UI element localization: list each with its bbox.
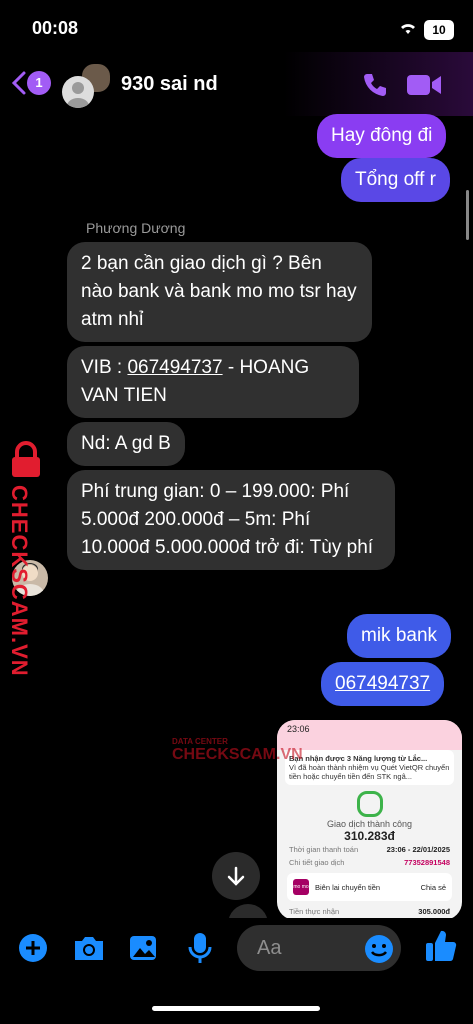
share-label: Chia sẻ — [420, 882, 446, 892]
time-value: 23:06 - 22/01/2025 — [386, 845, 450, 854]
detail-row: Chi tiết giao dịch 77352891548 — [277, 856, 462, 869]
back-chevron-icon[interactable] — [10, 70, 28, 96]
notification-body: Vì đã hoàn thành nhiệm vụ Quét VietQR ch… — [289, 763, 450, 781]
success-check-icon — [356, 791, 383, 817]
receipt-row: mo mo Biên lai chuyển tiền Chia sẻ — [287, 873, 452, 901]
phone-icon[interactable] — [360, 70, 390, 100]
transaction-status: Giao dịch thành công — [326, 819, 413, 829]
unread-badge[interactable]: 1 — [27, 71, 51, 95]
scrollbar[interactable] — [466, 190, 469, 240]
message-incoming[interactable]: Phí trung gian: 0 – 199.000: Phí 5.000đ … — [67, 470, 395, 570]
home-indicator[interactable] — [152, 1006, 320, 1011]
screenshot-time: 23:06 — [287, 724, 310, 734]
detail-value: 77352891548 — [404, 858, 450, 867]
screenshot-notification: Bạn nhận được 3 Năng lượng từ Lắc... Vì … — [285, 750, 454, 785]
received-label: Tiền thực nhận — [289, 907, 340, 916]
message-outgoing[interactable]: 067494737 — [321, 662, 445, 706]
scroll-down-button[interactable] — [212, 852, 260, 900]
message-incoming[interactable]: VIB : 067494737 - HOANG VAN TIEN — [67, 346, 359, 418]
video-camera-icon[interactable] — [406, 72, 442, 98]
time-label: Thời gian thanh toán — [289, 845, 359, 854]
avatar[interactable] — [62, 76, 94, 108]
transaction-amount: 310.283đ — [344, 829, 395, 843]
detail-label: Chi tiết giao dịch — [289, 858, 345, 867]
lock-icon — [12, 441, 40, 477]
time-row: Thời gian thanh toán 23:06 - 22/01/2025 — [277, 843, 462, 856]
sender-name: Phương Dương — [86, 220, 186, 236]
camera-icon[interactable] — [72, 934, 106, 962]
plus-icon[interactable] — [18, 933, 48, 963]
wifi-icon — [401, 24, 415, 34]
watermark-logo: CHECKSCAM.VN — [6, 440, 48, 677]
image-attachment[interactable]: 23:06 Bạn nhận được 3 Năng lượng từ Lắc.… — [277, 720, 462, 920]
message-outgoing[interactable]: mik bank — [347, 614, 452, 658]
photo-gallery-icon[interactable] — [128, 933, 158, 963]
emoji-icon[interactable] — [364, 934, 394, 964]
message-outgoing[interactable]: Hay đông đi — [317, 114, 447, 158]
microphone-icon[interactable] — [188, 931, 212, 965]
received-value: 305.000đ — [418, 907, 450, 916]
watermark-center: DATA CENTER CHECKSCAM.VN — [140, 737, 303, 764]
watermark-brand: CHECKSCAM.VN — [7, 485, 32, 677]
battery-indicator: 10 — [424, 20, 454, 40]
account-number-link[interactable]: 067494737 — [335, 673, 430, 694]
receipt-label: Biên lai chuyển tiền — [315, 882, 381, 892]
watermark-tag: DATA CENTER — [172, 737, 228, 746]
thumbs-up-icon[interactable] — [425, 929, 457, 963]
account-number-link[interactable]: 067494737 — [127, 357, 222, 378]
message-text: VIB : — [81, 357, 128, 378]
notification-title: Bạn nhận được 3 Năng lượng từ Lắc... — [289, 754, 428, 763]
momo-logo: mo mo — [293, 879, 309, 895]
message-outgoing[interactable]: Tổng off r — [341, 158, 450, 202]
message-input-placeholder: Aa — [257, 937, 282, 959]
contact-name[interactable]: 930 sai nd — [121, 73, 218, 96]
arrow-down-icon — [227, 866, 245, 886]
message-incoming[interactable]: 2 bạn cần giao dịch gì ? Bên nào bank và… — [67, 242, 372, 342]
watermark-brand: CHECKSCAM.VN — [172, 746, 303, 763]
screenshot-status-bar: 23:06 — [277, 720, 462, 750]
received-row: Tiền thực nhận 305.000đ — [277, 905, 462, 918]
status-time: 00:08 — [32, 18, 79, 38]
message-incoming[interactable]: Nd: A gd B — [67, 422, 185, 466]
default-avatar-icon — [67, 82, 89, 108]
